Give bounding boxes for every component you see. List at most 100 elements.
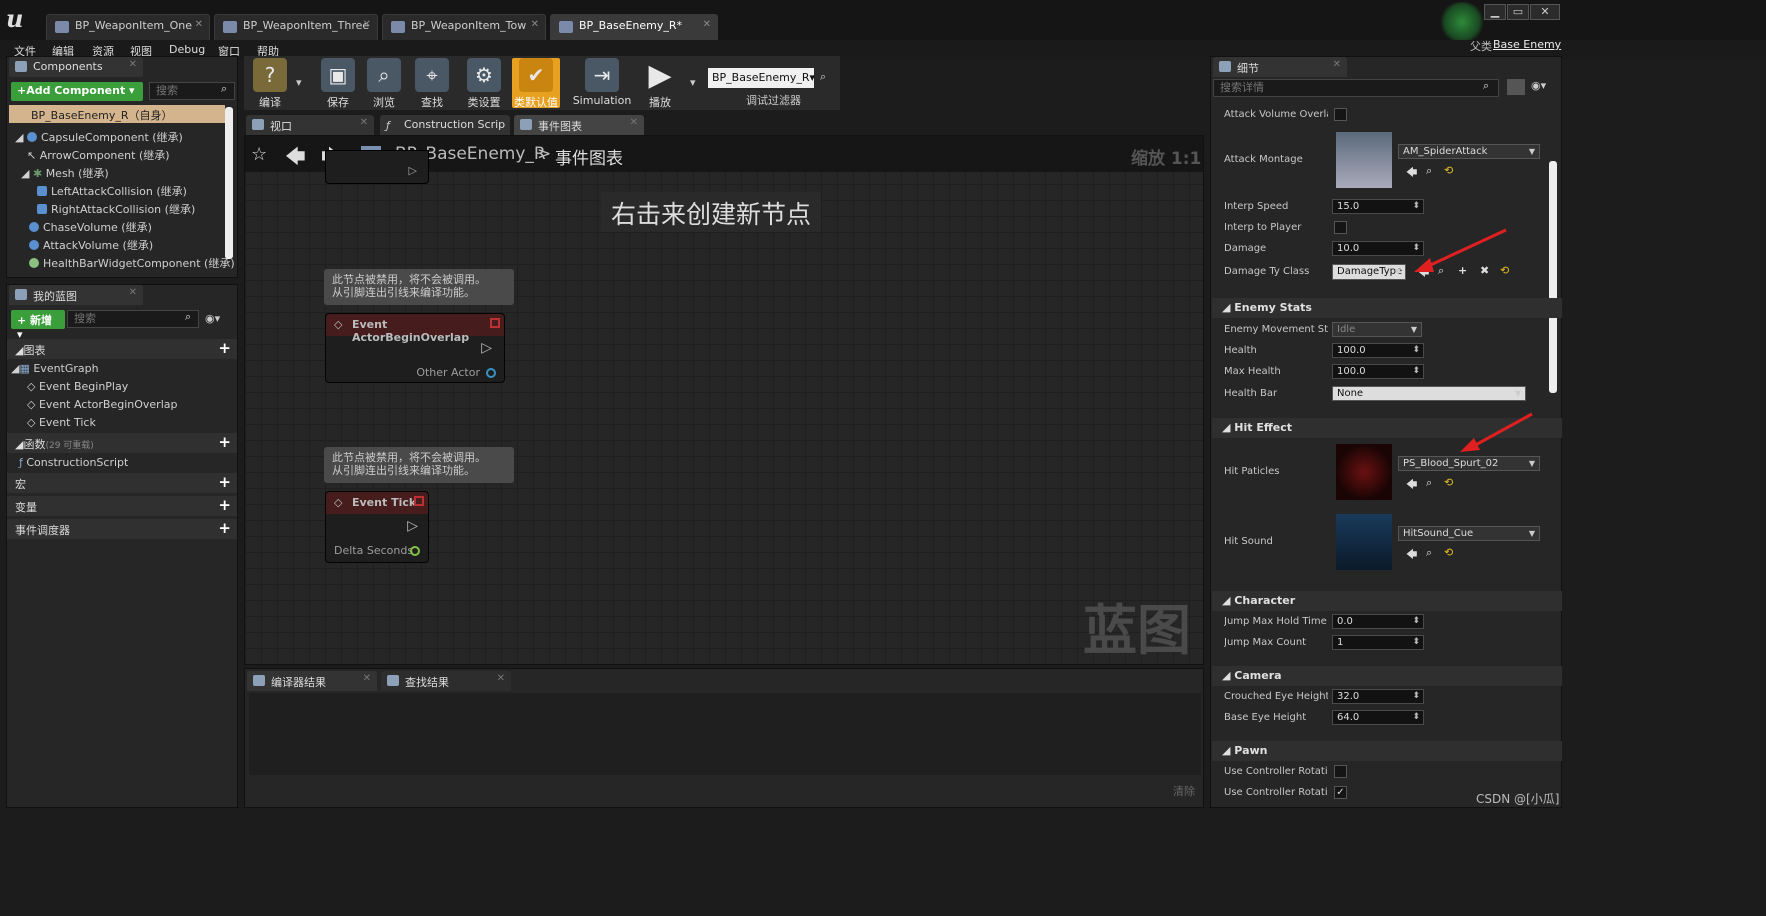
browse-asset-icon[interactable]: ⌕ xyxy=(1426,164,1432,178)
graphs-section[interactable]: ◢图表 + xyxy=(7,339,237,359)
menu-debug[interactable]: Debug xyxy=(169,43,205,56)
event-actor-begin-overlap-node[interactable]: ◇ Event ActorBeginOverlap ▷ Other Actor xyxy=(325,313,505,383)
section-camera[interactable]: ◢ Camera xyxy=(1212,666,1562,686)
components-tab[interactable]: Components ✕ xyxy=(9,57,143,77)
crouched-eye-input[interactable]: 32.0 xyxy=(1332,689,1424,704)
compile-button[interactable]: ? 编译 xyxy=(246,58,294,109)
add-function-button[interactable]: + xyxy=(218,433,231,451)
simulation-button[interactable]: ⇥ Simulation xyxy=(570,58,634,108)
interp-to-player-checkbox[interactable] xyxy=(1334,221,1347,234)
debug-target-select[interactable]: BP_BaseEnemy_R▾ xyxy=(708,68,815,88)
close-window-button[interactable]: ✕ xyxy=(1530,4,1560,20)
exec-pin-icon[interactable]: ▷ xyxy=(481,340,492,356)
event-overlap-item[interactable]: ◇ Event ActorBeginOverlap xyxy=(27,398,177,411)
interp-speed-input[interactable]: 15.0 xyxy=(1332,199,1424,214)
maximize-button[interactable]: ▭ xyxy=(1507,4,1529,20)
doc-tab-weapon-three[interactable]: BP_WeaponItem_Three ✕ xyxy=(214,14,378,40)
section-pawn[interactable]: ◢ Pawn xyxy=(1212,741,1562,761)
reset-icon[interactable]: ⟲ xyxy=(1444,546,1453,559)
find-button[interactable]: ⌖ 查找 xyxy=(408,58,456,109)
add-macro-button[interactable]: + xyxy=(218,473,231,491)
enemy-movement-select[interactable]: Idle xyxy=(1332,322,1422,337)
source-control-icon[interactable] xyxy=(1438,2,1486,42)
my-blueprint-tab[interactable]: 我的蓝图 ✕ xyxy=(9,285,143,305)
add-dispatcher-button[interactable]: + xyxy=(218,519,231,537)
hit-sound-picker[interactable]: HitSound_Cue xyxy=(1398,526,1540,541)
event-graph-item[interactable]: ◢▦ EventGraph xyxy=(11,362,99,375)
particles-thumbnail[interactable] xyxy=(1336,444,1392,500)
close-icon[interactable]: ✕ xyxy=(129,287,137,298)
close-icon[interactable]: ✕ xyxy=(497,673,505,684)
details-tab[interactable]: 细节 ✕ xyxy=(1213,57,1347,77)
parent-class-link[interactable]: Base Enemy xyxy=(1493,38,1561,51)
component-item-arrow[interactable]: ↖ ArrowComponent (继承) xyxy=(27,147,170,163)
compile-options-dropdown[interactable]: ▾ xyxy=(296,76,302,89)
reset-icon[interactable]: ⟲ xyxy=(1444,476,1453,489)
tab-compiler-results[interactable]: 编译器结果 ✕ xyxy=(247,671,377,691)
tab-viewport[interactable]: 视口 ✕ xyxy=(246,115,374,135)
component-item-capsule[interactable]: ◢ CapsuleComponent (继承) xyxy=(15,129,183,145)
mybp-search-input[interactable] xyxy=(67,310,199,328)
component-item-left-attack[interactable]: LeftAttackCollision (继承) xyxy=(37,183,187,199)
health-bar-select[interactable]: None xyxy=(1332,386,1526,401)
eye-icon[interactable]: ◉▾ xyxy=(1531,79,1546,92)
component-item-right-attack[interactable]: RightAttackCollision (继承) xyxy=(37,201,195,217)
close-icon[interactable]: ✕ xyxy=(630,117,638,128)
use-selected-arrow-icon[interactable]: 🡄 xyxy=(1406,546,1417,565)
delegate-pin-icon[interactable] xyxy=(490,318,500,328)
doc-tab-weapon-tow[interactable]: BP_WeaponItem_Tow ✕ xyxy=(382,14,546,40)
close-icon[interactable]: ✕ xyxy=(703,19,711,30)
jump-count-input[interactable]: 1 xyxy=(1332,635,1424,650)
use-controller-rotation-checkbox[interactable] xyxy=(1334,765,1347,778)
event-beginplay-item[interactable]: ◇ Event BeginPlay xyxy=(27,380,128,393)
components-scrollbar[interactable] xyxy=(225,107,233,259)
event-graph-canvas[interactable]: ☆ 🡄 🡆 BP_BaseEnemy_R > 事件图表 缩放 1:1 ▷ 右击来… xyxy=(244,135,1204,665)
close-icon[interactable]: ✕ xyxy=(531,19,539,30)
float-pin-icon[interactable] xyxy=(410,546,420,556)
use-controller-rotation-checkbox[interactable]: ✓ xyxy=(1334,786,1347,799)
class-defaults-button[interactable]: ✔ 类默认值 xyxy=(512,58,560,109)
doc-tab-weapon-one[interactable]: BP_WeaponItem_One ✕ xyxy=(46,14,210,40)
health-input[interactable]: 100.0 xyxy=(1332,343,1424,358)
attack-volume-overlap-checkbox[interactable] xyxy=(1334,108,1347,121)
section-enemy-stats[interactable]: ◢ Enemy Stats xyxy=(1212,298,1562,318)
use-selected-arrow-icon[interactable]: 🡄 xyxy=(1406,476,1417,495)
browse-asset-icon[interactable]: ⌕ xyxy=(1426,546,1432,560)
use-selected-arrow-icon[interactable]: 🡄 xyxy=(1406,164,1417,183)
functions-section[interactable]: ◢函数(29 可重载) + xyxy=(7,433,237,453)
close-icon[interactable]: ✕ xyxy=(129,59,137,70)
class-settings-button[interactable]: ⚙ 类设置 xyxy=(460,58,508,109)
hit-particles-picker[interactable]: PS_Blood_Spurt_02 xyxy=(1398,456,1540,471)
damage-type-picker[interactable]: DamageType xyxy=(1332,264,1406,280)
browse-asset-icon[interactable]: ⌕ xyxy=(1426,476,1432,490)
reset-icon[interactable]: ⟲ xyxy=(1444,164,1453,177)
object-pin-icon[interactable] xyxy=(486,368,496,378)
sound-wave-thumbnail[interactable] xyxy=(1336,514,1392,570)
component-item-healthbar[interactable]: HealthBarWidgetComponent (继承) xyxy=(29,255,235,271)
event-tick-item[interactable]: ◇ Event Tick xyxy=(27,416,96,429)
exec-pin-icon[interactable]: ▷ xyxy=(407,518,418,534)
component-item-chase[interactable]: ChaseVolume (继承) xyxy=(29,219,152,235)
play-options-dropdown[interactable]: ▾ xyxy=(690,76,696,89)
close-icon[interactable]: ✕ xyxy=(195,19,203,30)
tab-find-results[interactable]: 查找结果 ✕ xyxy=(381,671,511,691)
add-graph-button[interactable]: + xyxy=(218,339,231,357)
event-beginplay-node[interactable]: ▷ xyxy=(325,136,429,186)
property-matrix-icon[interactable] xyxy=(1507,79,1525,95)
new-button[interactable]: + 新增 ▾ xyxy=(11,310,65,341)
attack-montage-picker[interactable]: AM_SpiderAttack xyxy=(1398,144,1540,159)
close-icon[interactable]: ✕ xyxy=(360,117,368,128)
play-button[interactable]: ▶ 播放 xyxy=(636,58,684,110)
variables-section[interactable]: 变量 + xyxy=(7,496,237,516)
section-character[interactable]: ◢ Character xyxy=(1212,591,1562,611)
tab-event-graph[interactable]: 事件图表 ✕ xyxy=(514,115,644,135)
close-icon[interactable]: ✕ xyxy=(363,673,371,684)
event-tick-node[interactable]: ◇ Event Tick ▷ Delta Seconds xyxy=(325,491,429,563)
back-arrow-icon[interactable]: 🡄 xyxy=(285,142,306,176)
jump-hold-input[interactable]: 0.0 xyxy=(1332,614,1424,629)
star-icon[interactable]: ☆ xyxy=(251,144,267,165)
add-variable-button[interactable]: + xyxy=(218,496,231,514)
delegate-pin-icon[interactable] xyxy=(414,496,424,506)
details-search-input[interactable] xyxy=(1213,79,1499,97)
component-item-attack-volume[interactable]: AttackVolume (继承) xyxy=(29,237,153,253)
